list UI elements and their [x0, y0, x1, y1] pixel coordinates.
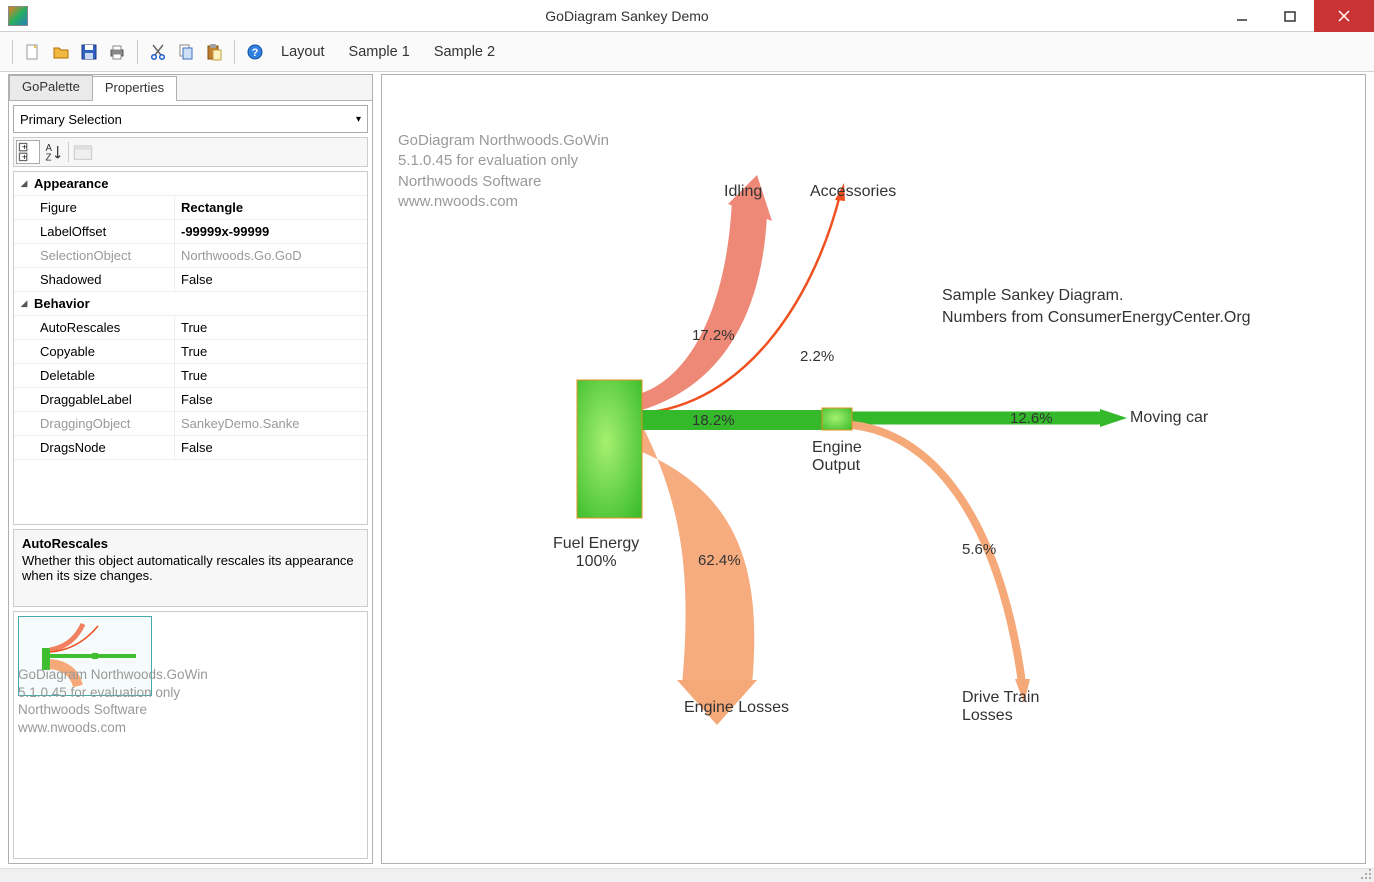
print-button[interactable] [105, 40, 129, 64]
prop-name: Deletable [34, 364, 174, 387]
prop-value[interactable]: True [174, 340, 367, 363]
prop-value[interactable]: Northwoods.Go.GoD [174, 244, 367, 267]
overview-panel[interactable]: GoDiagram Northwoods.GoWin 5.1.0.45 for … [13, 611, 368, 859]
prop-value[interactable]: False [174, 388, 367, 411]
prop-row[interactable]: DraggableLabelFalse [14, 388, 367, 412]
category-name: Appearance [34, 176, 108, 191]
titlebar: GoDiagram Sankey Demo [0, 0, 1374, 32]
help-button[interactable]: ? [243, 40, 267, 64]
prop-row[interactable]: AutoRescalesTrue [14, 316, 367, 340]
prop-row[interactable]: FigureRectangle [14, 196, 367, 220]
new-button[interactable] [21, 40, 45, 64]
propdesc-body: Whether this object automatically rescal… [22, 553, 359, 583]
svg-text:+: + [22, 151, 27, 161]
label-fuel: Fuel Energy 100% [553, 535, 639, 571]
prop-category[interactable]: ◢Behavior [14, 292, 367, 316]
prop-name: Figure [34, 196, 174, 219]
prop-row[interactable]: CopyableTrue [14, 340, 367, 364]
prop-value[interactable]: True [174, 364, 367, 387]
property-grid[interactable]: ◢AppearanceFigureRectangleLabelOffset-99… [13, 171, 368, 525]
sample2-menu[interactable]: Sample 2 [424, 40, 505, 64]
cut-button[interactable] [146, 40, 170, 64]
pct-engine-losses: 62.4% [698, 552, 741, 569]
prop-row[interactable]: SelectionObjectNorthwoods.Go.GoD [14, 244, 367, 268]
prop-name: DraggableLabel [34, 388, 174, 411]
prop-name: AutoRescales [34, 316, 174, 339]
property-selector-value: Primary Selection [20, 112, 122, 127]
svg-text:+: + [22, 142, 27, 152]
ov-watermark-l1: GoDiagram Northwoods.GoWin [18, 666, 208, 684]
prop-name: Copyable [34, 340, 174, 363]
window-title: GoDiagram Sankey Demo [36, 8, 1218, 24]
prop-value[interactable]: False [174, 436, 367, 459]
sample1-menu[interactable]: Sample 1 [339, 40, 420, 64]
prop-category[interactable]: ◢Appearance [14, 172, 367, 196]
app-icon [8, 6, 28, 26]
prop-name: LabelOffset [34, 220, 174, 243]
prop-name: DraggingObject [34, 412, 174, 435]
label-idling: Idling [724, 183, 762, 201]
chevron-down-icon: ▾ [356, 114, 361, 125]
ov-watermark-l3: Northwoods Software [18, 701, 208, 719]
label-engine-output: Engine Output [812, 439, 862, 475]
open-button[interactable] [49, 40, 73, 64]
ov-watermark-l2: 5.1.0.45 for evaluation only [18, 684, 208, 702]
label-moving: Moving car [1130, 409, 1208, 427]
maximize-button[interactable] [1266, 0, 1314, 32]
pct-engine-output: 18.2% [692, 412, 735, 429]
prop-value[interactable]: False [174, 268, 367, 291]
collapse-icon[interactable]: ◢ [14, 178, 34, 189]
prop-name: DragsNode [34, 436, 174, 459]
prop-row[interactable]: DraggingObjectSankeyDemo.Sanke [14, 412, 367, 436]
resize-grip-icon[interactable] [1360, 868, 1372, 880]
toolbar: ? Layout Sample 1 Sample 2 [0, 32, 1374, 72]
propdesc-title: AutoRescales [22, 536, 359, 551]
property-description: AutoRescales Whether this object automat… [13, 529, 368, 607]
save-button[interactable] [77, 40, 101, 64]
alphabetical-icon[interactable]: AZ [42, 140, 66, 164]
prop-row[interactable]: DragsNodeFalse [14, 436, 367, 460]
copy-button[interactable] [174, 40, 198, 64]
label-engine-losses: Engine Losses [684, 699, 789, 717]
categorized-icon[interactable]: ++ [16, 140, 40, 164]
close-button[interactable] [1314, 0, 1374, 32]
tab-properties[interactable]: Properties [92, 76, 177, 101]
diagram-desc-l2: Numbers from ConsumerEnergyCenter.Org [942, 307, 1251, 329]
property-pages-icon[interactable] [71, 140, 95, 164]
svg-text:?: ? [252, 47, 259, 59]
property-selector[interactable]: Primary Selection ▾ [13, 105, 368, 133]
label-accessories: Accessories [810, 183, 896, 201]
ov-watermark-l4: www.nwoods.com [18, 719, 208, 737]
paste-button[interactable] [202, 40, 226, 64]
collapse-icon[interactable]: ◢ [14, 298, 34, 309]
prop-value[interactable]: SankeyDemo.Sanke [174, 412, 367, 435]
diagram-canvas[interactable]: GoDiagram Northwoods.GoWin 5.1.0.45 for … [381, 74, 1366, 864]
pct-moving: 12.6% [1010, 410, 1053, 427]
prop-name: SelectionObject [34, 244, 174, 267]
minimize-button[interactable] [1218, 0, 1266, 32]
prop-value[interactable]: -99999x-99999 [174, 220, 367, 243]
svg-text:Z: Z [45, 153, 51, 163]
prop-value[interactable]: Rectangle [174, 196, 367, 219]
tab-gopalette[interactable]: GoPalette [9, 75, 93, 100]
statusbar [0, 868, 1374, 882]
prop-row[interactable]: DeletableTrue [14, 364, 367, 388]
category-name: Behavior [34, 296, 90, 311]
pct-drivetrain: 5.6% [962, 541, 996, 558]
prop-row[interactable]: LabelOffset-99999x-99999 [14, 220, 367, 244]
prop-value[interactable]: True [174, 316, 367, 339]
pct-idling: 17.2% [692, 327, 735, 344]
prop-name: Shadowed [34, 268, 174, 291]
left-panel: GoPalette Properties Primary Selection ▾… [8, 74, 373, 864]
label-drivetrain: Drive Train Losses [962, 689, 1039, 725]
layout-menu[interactable]: Layout [271, 40, 335, 64]
pct-accessories: 2.2% [800, 348, 834, 365]
diagram-desc-l1: Sample Sankey Diagram. [942, 285, 1251, 307]
prop-row[interactable]: ShadowedFalse [14, 268, 367, 292]
